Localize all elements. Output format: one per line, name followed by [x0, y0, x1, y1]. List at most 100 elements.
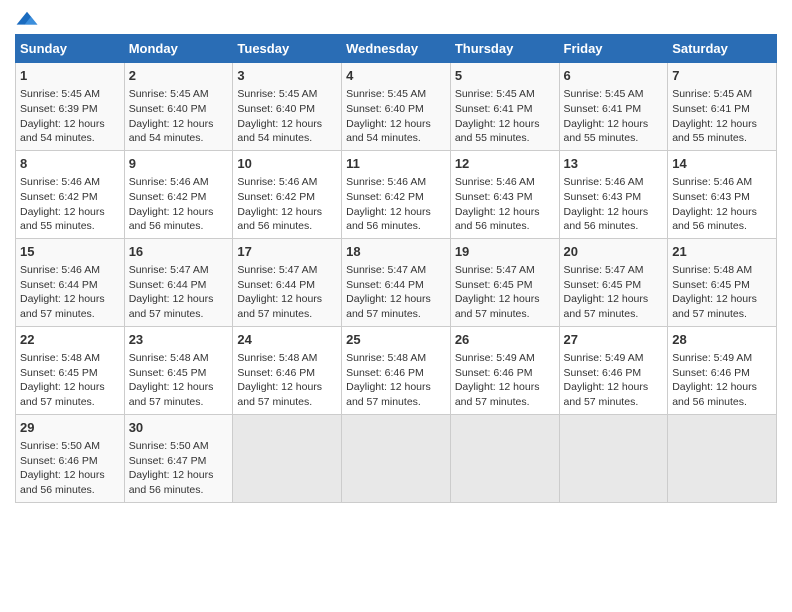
- day-info-line: Sunrise: 5:49 AM: [564, 351, 664, 366]
- day-cell: 30 Sunrise: 5:50 AMSunset: 6:47 PMDayligh…: [124, 414, 233, 502]
- day-info-line: and 54 minutes.: [346, 131, 446, 146]
- day-cell: 19Sunrise: 5:47 AMSunset: 6:45 PMDayligh…: [450, 238, 559, 326]
- day-cell: [450, 414, 559, 502]
- day-number: 4: [346, 67, 446, 85]
- day-cell: 8Sunrise: 5:46 AMSunset: 6:42 PMDaylight…: [16, 150, 125, 238]
- day-info-line: Sunrise: 5:45 AM: [672, 87, 772, 102]
- day-number: 23: [129, 331, 229, 349]
- day-info-line: and 57 minutes.: [564, 395, 664, 410]
- day-info-line: and 55 minutes.: [20, 219, 120, 234]
- day-info-line: Daylight: 12 hours: [20, 117, 120, 132]
- day-info-line: Sunset: 6:44 PM: [129, 278, 229, 293]
- day-number: 9: [129, 155, 229, 173]
- day-info-line: Sunrise: 5:46 AM: [672, 175, 772, 190]
- header-cell-sunday: Sunday: [16, 35, 125, 63]
- day-cell: [559, 414, 668, 502]
- day-info-line: Sunset: 6:45 PM: [672, 278, 772, 293]
- day-info-line: Daylight: 12 hours: [672, 205, 772, 220]
- day-info-line: Sunset: 6:41 PM: [672, 102, 772, 117]
- day-number: 7: [672, 67, 772, 85]
- day-info-line: Daylight: 12 hours: [672, 117, 772, 132]
- day-info-line: Sunset: 6:44 PM: [237, 278, 337, 293]
- day-number: 15: [20, 243, 120, 261]
- day-info-line: Sunset: 6:43 PM: [564, 190, 664, 205]
- day-info-line: Sunset: 6:45 PM: [455, 278, 555, 293]
- day-info-line: and 57 minutes.: [455, 395, 555, 410]
- day-info-line: and 57 minutes.: [237, 307, 337, 322]
- day-info-line: and 56 minutes.: [672, 395, 772, 410]
- day-info-line: Sunrise: 5:50 AM: [20, 439, 120, 454]
- day-cell: 13Sunrise: 5:46 AMSunset: 6:43 PMDayligh…: [559, 150, 668, 238]
- day-info-line: Daylight: 12 hours: [346, 117, 446, 132]
- day-info-line: Sunset: 6:46 PM: [346, 366, 446, 381]
- day-info-line: Daylight: 12 hours: [237, 205, 337, 220]
- day-cell: 4Sunrise: 5:45 AMSunset: 6:40 PMDaylight…: [342, 63, 451, 151]
- day-cell: 10Sunrise: 5:46 AMSunset: 6:42 PMDayligh…: [233, 150, 342, 238]
- day-number: 11: [346, 155, 446, 173]
- day-cell: 28Sunrise: 5:49 AMSunset: 6:46 PMDayligh…: [668, 326, 777, 414]
- calendar-body: 1Sunrise: 5:45 AMSunset: 6:39 PMDaylight…: [16, 63, 777, 503]
- day-info-line: Daylight: 12 hours: [564, 117, 664, 132]
- calendar-header: SundayMondayTuesdayWednesdayThursdayFrid…: [16, 35, 777, 63]
- day-number: 8: [20, 155, 120, 173]
- day-number: 6: [564, 67, 664, 85]
- day-info-line: Sunrise: 5:46 AM: [346, 175, 446, 190]
- day-number: 26: [455, 331, 555, 349]
- day-info-line: and 57 minutes.: [20, 395, 120, 410]
- day-info-line: and 55 minutes.: [455, 131, 555, 146]
- day-info-line: and 56 minutes.: [672, 219, 772, 234]
- day-info-line: Sunrise: 5:47 AM: [564, 263, 664, 278]
- day-info-line: Sunrise: 5:48 AM: [346, 351, 446, 366]
- day-info-line: Sunrise: 5:45 AM: [564, 87, 664, 102]
- day-info-line: Daylight: 12 hours: [346, 205, 446, 220]
- day-info-line: Sunrise: 5:46 AM: [129, 175, 229, 190]
- day-info-line: and 55 minutes.: [564, 131, 664, 146]
- day-info-line: Sunset: 6:47 PM: [129, 454, 229, 469]
- day-number: 16: [129, 243, 229, 261]
- day-info-line: and 57 minutes.: [672, 307, 772, 322]
- day-info-line: Daylight: 12 hours: [20, 292, 120, 307]
- day-number: 27: [564, 331, 664, 349]
- day-number: 24: [237, 331, 337, 349]
- day-number: 19: [455, 243, 555, 261]
- day-info-line: Sunrise: 5:45 AM: [129, 87, 229, 102]
- day-info-line: Daylight: 12 hours: [20, 205, 120, 220]
- day-info-line: Daylight: 12 hours: [455, 117, 555, 132]
- day-info-line: Daylight: 12 hours: [129, 205, 229, 220]
- day-info-line: Daylight: 12 hours: [237, 117, 337, 132]
- day-cell: 6Sunrise: 5:45 AMSunset: 6:41 PMDaylight…: [559, 63, 668, 151]
- day-info-line: and 56 minutes.: [129, 219, 229, 234]
- header-cell-tuesday: Tuesday: [233, 35, 342, 63]
- day-number: 1: [20, 67, 120, 85]
- day-cell: 18Sunrise: 5:47 AMSunset: 6:44 PMDayligh…: [342, 238, 451, 326]
- week-row-5: 29Sunrise: 5:50 AMSunset: 6:46 PMDayligh…: [16, 414, 777, 502]
- header-cell-saturday: Saturday: [668, 35, 777, 63]
- day-info-line: Sunrise: 5:50 AM: [129, 439, 229, 454]
- day-cell: 3Sunrise: 5:45 AMSunset: 6:40 PMDaylight…: [233, 63, 342, 151]
- week-row-1: 1Sunrise: 5:45 AMSunset: 6:39 PMDaylight…: [16, 63, 777, 151]
- day-info-line: Daylight: 12 hours: [129, 468, 229, 483]
- day-info-line: and 56 minutes.: [455, 219, 555, 234]
- day-info-line: Sunrise: 5:46 AM: [20, 175, 120, 190]
- day-cell: 17Sunrise: 5:47 AMSunset: 6:44 PMDayligh…: [233, 238, 342, 326]
- day-info-line: Sunrise: 5:45 AM: [237, 87, 337, 102]
- day-info-line: and 57 minutes.: [455, 307, 555, 322]
- day-info-line: Sunrise: 5:47 AM: [455, 263, 555, 278]
- day-info-line: Daylight: 12 hours: [346, 380, 446, 395]
- day-info-line: Daylight: 12 hours: [564, 380, 664, 395]
- day-info-line: and 56 minutes.: [20, 483, 120, 498]
- day-info-line: and 57 minutes.: [237, 395, 337, 410]
- day-info-line: Sunset: 6:42 PM: [237, 190, 337, 205]
- header-cell-friday: Friday: [559, 35, 668, 63]
- header-cell-monday: Monday: [124, 35, 233, 63]
- day-number: 25: [346, 331, 446, 349]
- day-info-line: Sunrise: 5:48 AM: [20, 351, 120, 366]
- day-info-line: Sunrise: 5:46 AM: [564, 175, 664, 190]
- day-info-line: Sunrise: 5:48 AM: [237, 351, 337, 366]
- calendar-table: SundayMondayTuesdayWednesdayThursdayFrid…: [15, 34, 777, 503]
- day-info-line: Sunset: 6:44 PM: [346, 278, 446, 293]
- week-row-2: 8Sunrise: 5:46 AMSunset: 6:42 PMDaylight…: [16, 150, 777, 238]
- day-number: 30: [129, 419, 229, 437]
- day-info-line: and 56 minutes.: [346, 219, 446, 234]
- day-info-line: Sunrise: 5:45 AM: [346, 87, 446, 102]
